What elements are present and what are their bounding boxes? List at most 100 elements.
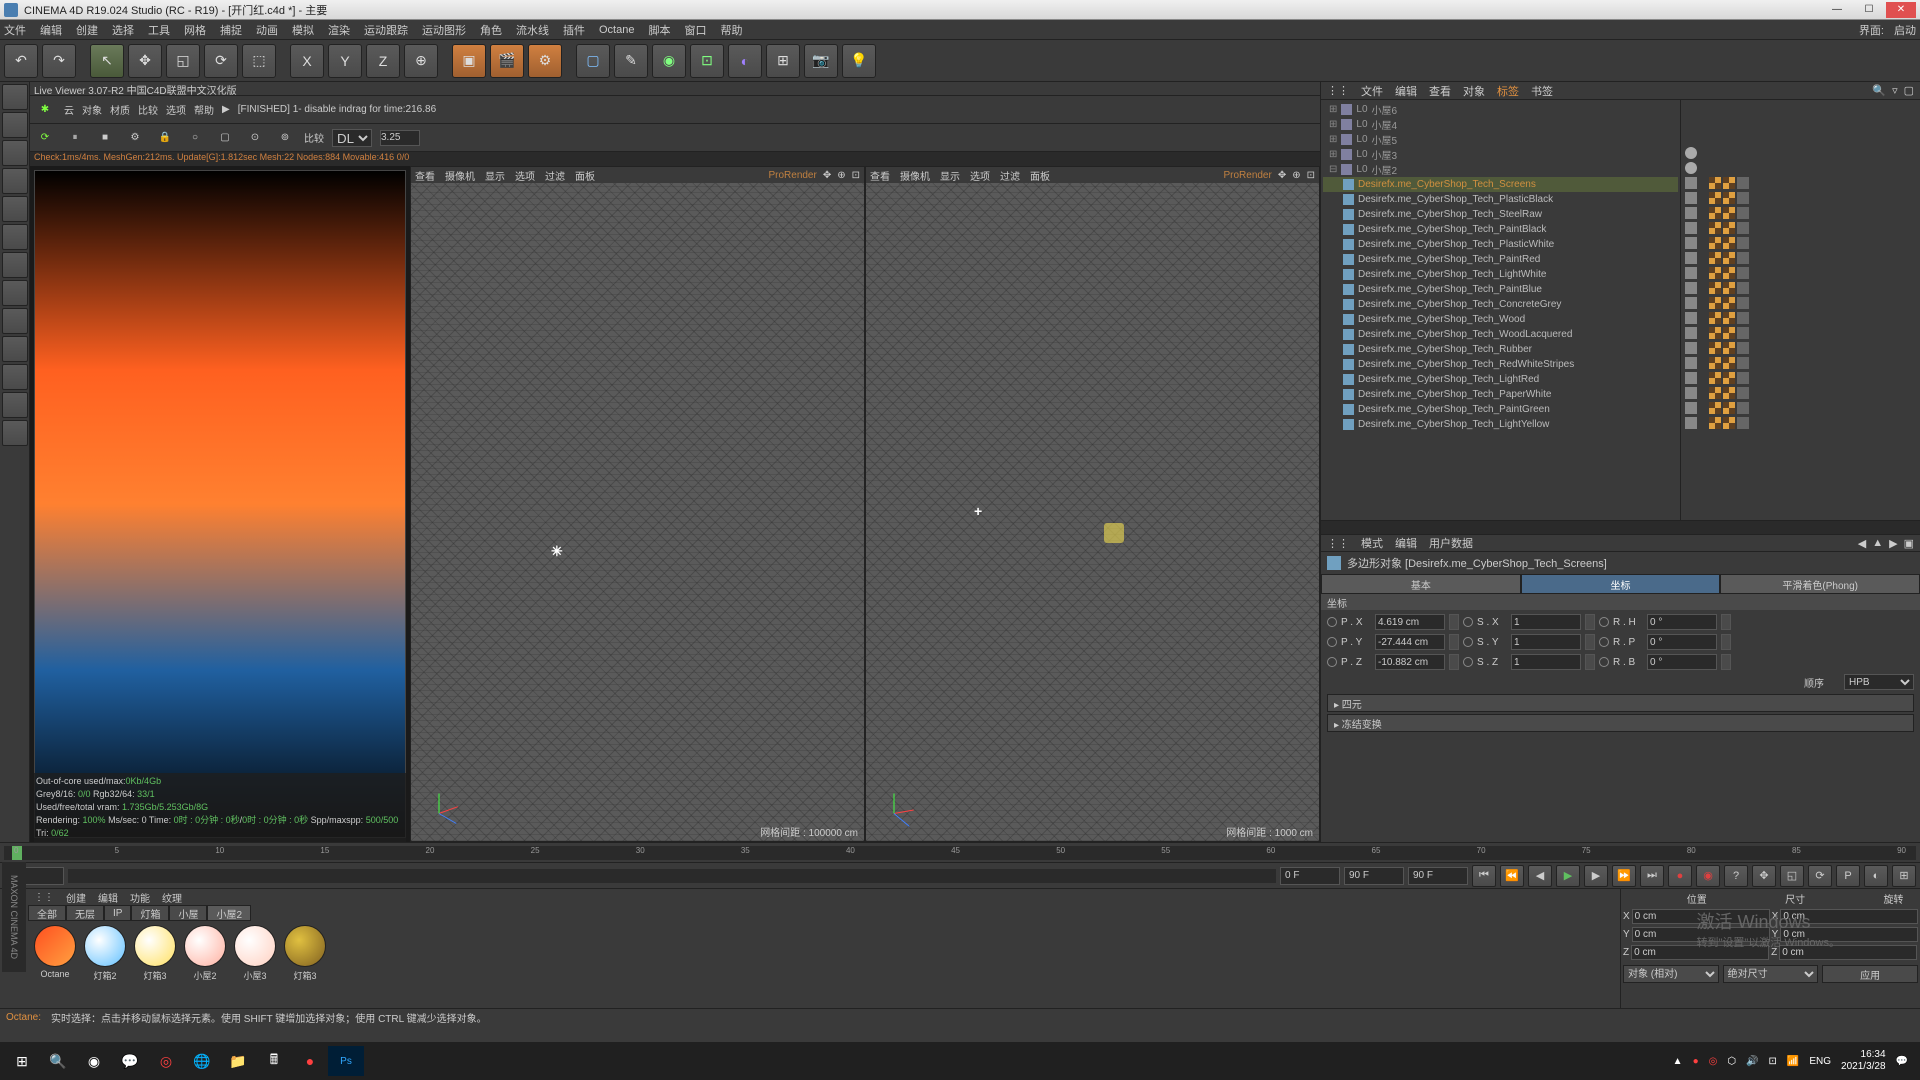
am-menu-edit[interactable]: 编辑 bbox=[1395, 535, 1417, 551]
play-button[interactable]: ▶ bbox=[1556, 865, 1580, 887]
menu-animate[interactable]: 动画 bbox=[256, 22, 278, 38]
polygon-mode-button[interactable] bbox=[2, 252, 28, 278]
om-menu-view[interactable]: 查看 bbox=[1429, 83, 1451, 99]
vp-nav-icon[interactable]: ⊕ bbox=[1292, 170, 1300, 181]
lv-menu-material[interactable]: 材质 bbox=[110, 102, 130, 117]
menu-mesh[interactable]: 网格 bbox=[184, 22, 206, 38]
om-object-row[interactable]: Desirefx.me_CyberShop_Tech_ConcreteGrey bbox=[1323, 297, 1678, 312]
om-tag-row[interactable] bbox=[1681, 325, 1920, 340]
move-button[interactable]: ✥ bbox=[128, 44, 162, 78]
tray-icon[interactable]: ● bbox=[1693, 1056, 1699, 1067]
am-nav-up-icon[interactable]: ▲ bbox=[1872, 537, 1883, 550]
viewport-1[interactable]: 查看 摄像机 显示 选项 过滤 面板 ProRender✥⊕⊡ 透视视图 ✳ bbox=[410, 166, 865, 842]
mat-menu-texture[interactable]: 纹理 bbox=[162, 890, 182, 905]
workplane-mode-button[interactable] bbox=[2, 168, 28, 194]
frame-end-input[interactable] bbox=[1408, 867, 1468, 885]
make-editable-button[interactable] bbox=[2, 84, 28, 110]
spinner-icon[interactable] bbox=[1721, 654, 1731, 670]
pen-tool-button[interactable]: ✎ bbox=[614, 44, 648, 78]
prorender-label[interactable]: ProRender bbox=[768, 170, 816, 181]
frame-range-end-input[interactable] bbox=[1344, 867, 1404, 885]
gamma-input[interactable] bbox=[380, 130, 420, 146]
vp-nav-icon[interactable]: ✥ bbox=[823, 170, 831, 181]
taskbar-app-chrome[interactable]: 🌐 bbox=[184, 1046, 220, 1076]
tray-icon[interactable]: ▲ bbox=[1673, 1056, 1683, 1067]
menu-character[interactable]: 角色 bbox=[480, 22, 502, 38]
om-menu-edit[interactable]: 编辑 bbox=[1395, 83, 1417, 99]
om-path-icon[interactable]: ▢ bbox=[1904, 84, 1914, 97]
lv-menu-help[interactable]: 帮助 bbox=[194, 102, 214, 117]
rot-h-input[interactable] bbox=[1647, 614, 1717, 630]
texture-mode-button[interactable] bbox=[2, 140, 28, 166]
y-axis-button[interactable]: Y bbox=[328, 44, 362, 78]
taskbar-app-photoshop[interactable]: Ps bbox=[328, 1046, 364, 1076]
menu-help[interactable]: 帮助 bbox=[720, 22, 742, 38]
om-object-row[interactable]: Desirefx.me_CyberShop_Tech_Wood bbox=[1323, 312, 1678, 327]
om-tag-row[interactable] bbox=[1681, 265, 1920, 280]
om-object-row[interactable]: Desirefx.me_CyberShop_Tech_PlasticWhite bbox=[1323, 237, 1678, 252]
om-horizontal-scrollbar[interactable] bbox=[1321, 520, 1920, 534]
search-button[interactable]: 🔍 bbox=[40, 1046, 76, 1076]
x-axis-button[interactable]: X bbox=[290, 44, 324, 78]
lv-menu-cloud[interactable]: 云 bbox=[64, 102, 74, 117]
layout-dropdown[interactable]: 启动 bbox=[1894, 22, 1916, 38]
object-manager-tags[interactable] bbox=[1680, 100, 1920, 520]
render-view-button[interactable]: ▣ bbox=[452, 44, 486, 78]
om-object-row[interactable]: Desirefx.me_CyberShop_Tech_WoodLacquered bbox=[1323, 327, 1678, 342]
cube-primitive-button[interactable]: ▢ bbox=[576, 44, 610, 78]
vp-menu-filter[interactable]: 过滤 bbox=[545, 168, 565, 183]
taskbar-clock[interactable]: 16:342021/3/28 bbox=[1841, 1049, 1886, 1073]
cp-pos-input[interactable] bbox=[1632, 927, 1770, 942]
material-tab[interactable]: 小屋 bbox=[169, 905, 207, 921]
om-object-row[interactable]: Desirefx.me_CyberShop_Tech_LightRed bbox=[1323, 372, 1678, 387]
om-grip-icon[interactable]: ⋮⋮ bbox=[1327, 84, 1349, 97]
notifications-button[interactable]: 💬 bbox=[1896, 1056, 1908, 1067]
tray-icon[interactable]: ⊡ bbox=[1769, 1056, 1777, 1067]
menu-window[interactable]: 窗口 bbox=[684, 22, 706, 38]
stop-icon[interactable]: ■ bbox=[94, 127, 116, 149]
om-menu-object[interactable]: 对象 bbox=[1463, 83, 1485, 99]
om-layer-row[interactable]: ⊞L0小屋4 bbox=[1323, 117, 1678, 132]
render-output-image[interactable] bbox=[34, 170, 406, 838]
am-nav-fwd-icon[interactable]: ▶ bbox=[1889, 537, 1897, 550]
vp-menu-filter[interactable]: 过滤 bbox=[1000, 168, 1020, 183]
om-tag-row[interactable] bbox=[1681, 205, 1920, 220]
menu-file[interactable]: 文件 bbox=[4, 22, 26, 38]
om-layer-row[interactable]: ⊞L0小屋5 bbox=[1323, 132, 1678, 147]
om-tag-row[interactable] bbox=[1681, 415, 1920, 430]
vp-menu-panel[interactable]: 面板 bbox=[1030, 168, 1050, 183]
menu-motion-track[interactable]: 运动跟踪 bbox=[364, 22, 408, 38]
scale-y-input[interactable] bbox=[1511, 634, 1581, 650]
om-menu-bookmarks[interactable]: 书签 bbox=[1531, 83, 1553, 99]
menu-select[interactable]: 选择 bbox=[112, 22, 134, 38]
om-tag-row[interactable] bbox=[1681, 250, 1920, 265]
vp-menu-camera[interactable]: 摄像机 bbox=[445, 168, 475, 183]
redo-button[interactable]: ↷ bbox=[42, 44, 76, 78]
attr-freeze-group[interactable]: ▸ 冻结变换 bbox=[1327, 714, 1914, 732]
material-tab[interactable]: 灯箱 bbox=[131, 905, 169, 921]
live-select-button[interactable]: ↖ bbox=[90, 44, 124, 78]
om-object-row[interactable]: Desirefx.me_CyberShop_Tech_PaintBlue bbox=[1323, 282, 1678, 297]
pos-z-input[interactable] bbox=[1375, 654, 1445, 670]
spinner-icon[interactable] bbox=[1449, 614, 1459, 630]
material-tab[interactable]: 无层 bbox=[66, 905, 104, 921]
om-tag-row[interactable] bbox=[1681, 190, 1920, 205]
array-button[interactable]: ⊡ bbox=[690, 44, 724, 78]
om-object-row[interactable]: Desirefx.me_CyberShop_Tech_PlasticBlack bbox=[1323, 192, 1678, 207]
viewport-solo-button[interactable] bbox=[2, 420, 28, 446]
menu-render[interactable]: 渲染 bbox=[328, 22, 350, 38]
render-settings-button[interactable]: ⚙ bbox=[528, 44, 562, 78]
menu-tools[interactable]: 工具 bbox=[148, 22, 170, 38]
camera-button[interactable]: 📷 bbox=[804, 44, 838, 78]
vp-menu-display[interactable]: 显示 bbox=[485, 168, 505, 183]
point-mode-button[interactable] bbox=[2, 196, 28, 222]
next-frame-button[interactable]: ▶ bbox=[1584, 865, 1608, 887]
tray-icon[interactable]: ⬡ bbox=[1727, 1056, 1736, 1067]
material-item[interactable]: 小屋3 bbox=[232, 925, 278, 982]
menu-mograph[interactable]: 运动图形 bbox=[422, 22, 466, 38]
cp-size-input[interactable] bbox=[1780, 927, 1918, 942]
light-button[interactable]: 💡 bbox=[842, 44, 876, 78]
om-object-row[interactable]: Desirefx.me_CyberShop_Tech_LightWhite bbox=[1323, 267, 1678, 282]
material-tab[interactable]: 全部 bbox=[28, 905, 66, 921]
tray-icon[interactable]: ◎ bbox=[1709, 1056, 1718, 1067]
